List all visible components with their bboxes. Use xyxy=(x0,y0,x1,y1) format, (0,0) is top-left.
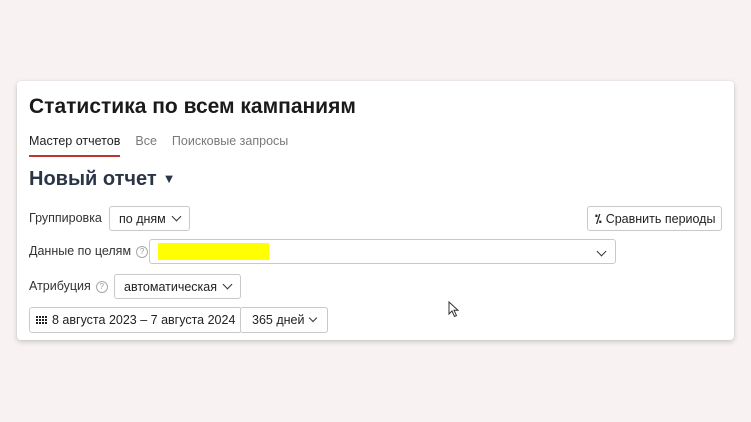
mouse-cursor-icon xyxy=(448,301,460,318)
chevron-down-icon xyxy=(309,313,318,323)
goals-select[interactable] xyxy=(149,239,616,264)
date-range-value: 8 августа 2023 – 7 августа 2024 xyxy=(52,313,236,327)
attribution-value: автоматическая xyxy=(124,279,218,294)
tab-search-queries[interactable]: Поисковые запросы xyxy=(172,134,288,157)
date-range-picker[interactable]: 8 августа 2023 – 7 августа 2024 xyxy=(29,307,243,333)
grouping-select[interactable]: по дням xyxy=(109,206,190,231)
report-card: Статистика по всем кампаниям Мастер отче… xyxy=(17,81,734,340)
help-icon[interactable]: ? xyxy=(95,281,108,293)
page-title: Статистика по всем кампаниям xyxy=(29,95,356,118)
report-title-dropdown[interactable]: Новый отчет ▼ xyxy=(29,168,176,191)
goals-label: Данные по целям? xyxy=(29,244,149,258)
report-title-text: Новый отчет xyxy=(29,168,157,190)
period-select[interactable]: 365 дней xyxy=(240,307,329,333)
chevron-down-icon xyxy=(222,279,233,290)
goals-label-text: Данные по целям xyxy=(29,244,132,258)
tab-report-master[interactable]: Мастер отчетов xyxy=(29,134,121,157)
compare-periods-icon: ⁒ xyxy=(595,211,602,226)
attribution-label-text: Атрибуция xyxy=(29,279,91,293)
attribution-select[interactable]: автоматическая xyxy=(114,274,242,299)
period-value: 365 дней xyxy=(252,313,305,327)
grouping-label: Группировка xyxy=(29,211,102,225)
caret-down-icon: ▼ xyxy=(162,171,176,186)
grouping-value: по дням xyxy=(119,211,166,226)
chevron-down-icon xyxy=(171,211,182,222)
calendar-icon xyxy=(36,316,47,324)
report-tabs: Мастер отчетов Все Поисковые запросы xyxy=(29,134,303,157)
compare-periods-button[interactable]: ⁒ Сравнить периоды xyxy=(587,206,722,231)
help-icon[interactable]: ? xyxy=(136,246,149,258)
goals-value-redacted xyxy=(158,243,269,260)
compare-periods-label: Сравнить периоды xyxy=(605,211,716,226)
tab-all[interactable]: Все xyxy=(135,134,157,157)
attribution-label: Атрибуция? xyxy=(29,279,108,293)
chevron-down-icon xyxy=(596,246,607,257)
